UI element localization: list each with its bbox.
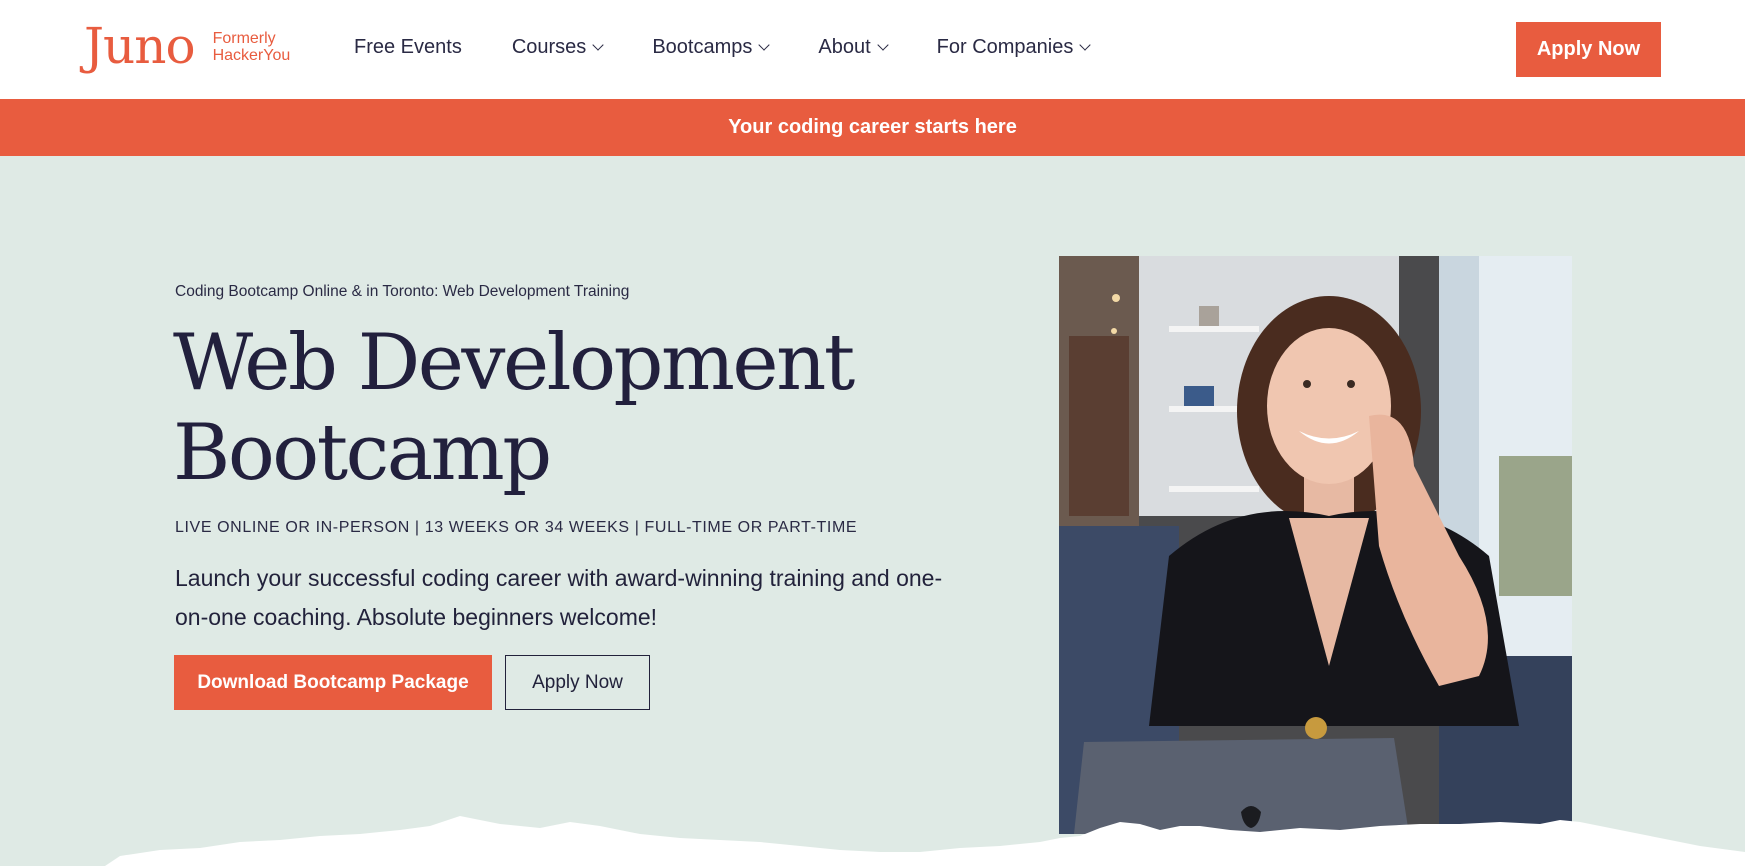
nav-item-courses[interactable]: Courses bbox=[511, 36, 604, 59]
header-apply-button[interactable]: Apply Now bbox=[1516, 22, 1661, 77]
logo-sub-line2: HackerYou bbox=[212, 47, 291, 64]
hero-description: Launch your successful coding career wit… bbox=[175, 565, 943, 630]
hero-apply-button[interactable]: Apply Now bbox=[505, 655, 650, 710]
logo-wordmark: Juno bbox=[84, 17, 196, 75]
download-package-button[interactable]: Download Bootcamp Package bbox=[174, 655, 492, 710]
hero-title-line2: Bootcamp bbox=[173, 408, 552, 498]
chevron-down-icon bbox=[592, 39, 604, 51]
nav-label: For Companies bbox=[936, 36, 1074, 58]
student-photo-illustration bbox=[1059, 256, 1572, 834]
hero-title-line1: Web Development bbox=[173, 318, 855, 408]
nav-item-about[interactable]: About bbox=[818, 36, 889, 59]
nav-label: Courses bbox=[511, 36, 587, 58]
torn-paper-edge bbox=[105, 816, 1745, 866]
hero-title: Web Development Bootcamp bbox=[173, 318, 855, 498]
nav-label: Bootcamps bbox=[652, 36, 753, 58]
chevron-down-icon bbox=[876, 39, 889, 51]
nav-label: Free Events bbox=[354, 36, 462, 58]
nav-item-bootcamps[interactable]: Bootcamps bbox=[652, 36, 771, 59]
nav-item-for-companies[interactable]: For Companies bbox=[936, 36, 1092, 59]
chevron-down-icon bbox=[1079, 39, 1092, 51]
nav-label: About bbox=[818, 36, 871, 58]
main-nav: Free Events Courses Bootcamps About For … bbox=[354, 36, 1092, 59]
announcement-banner[interactable]: Your coding career starts here bbox=[0, 99, 1745, 156]
logo-subtitle: Formerly HackerYou bbox=[213, 30, 291, 64]
juno-logo[interactable]: Juno Formerly HackerYou bbox=[84, 18, 290, 74]
chevron-down-icon bbox=[758, 39, 771, 51]
bootcamp-meta: LIVE ONLINE OR IN-PERSON | 13 WEEKS OR 3… bbox=[175, 519, 858, 536]
logo-sub-line1: Formerly bbox=[212, 30, 276, 47]
site-header: Juno Formerly HackerYou Free Events Cour… bbox=[0, 0, 1745, 99]
hero-eyebrow: Coding Bootcamp Online & in Toronto: Web… bbox=[175, 283, 630, 300]
nav-item-free-events[interactable]: Free Events bbox=[354, 36, 462, 59]
banner-text: Your coding career starts here bbox=[728, 116, 1017, 138]
hero-photo bbox=[1059, 256, 1572, 834]
